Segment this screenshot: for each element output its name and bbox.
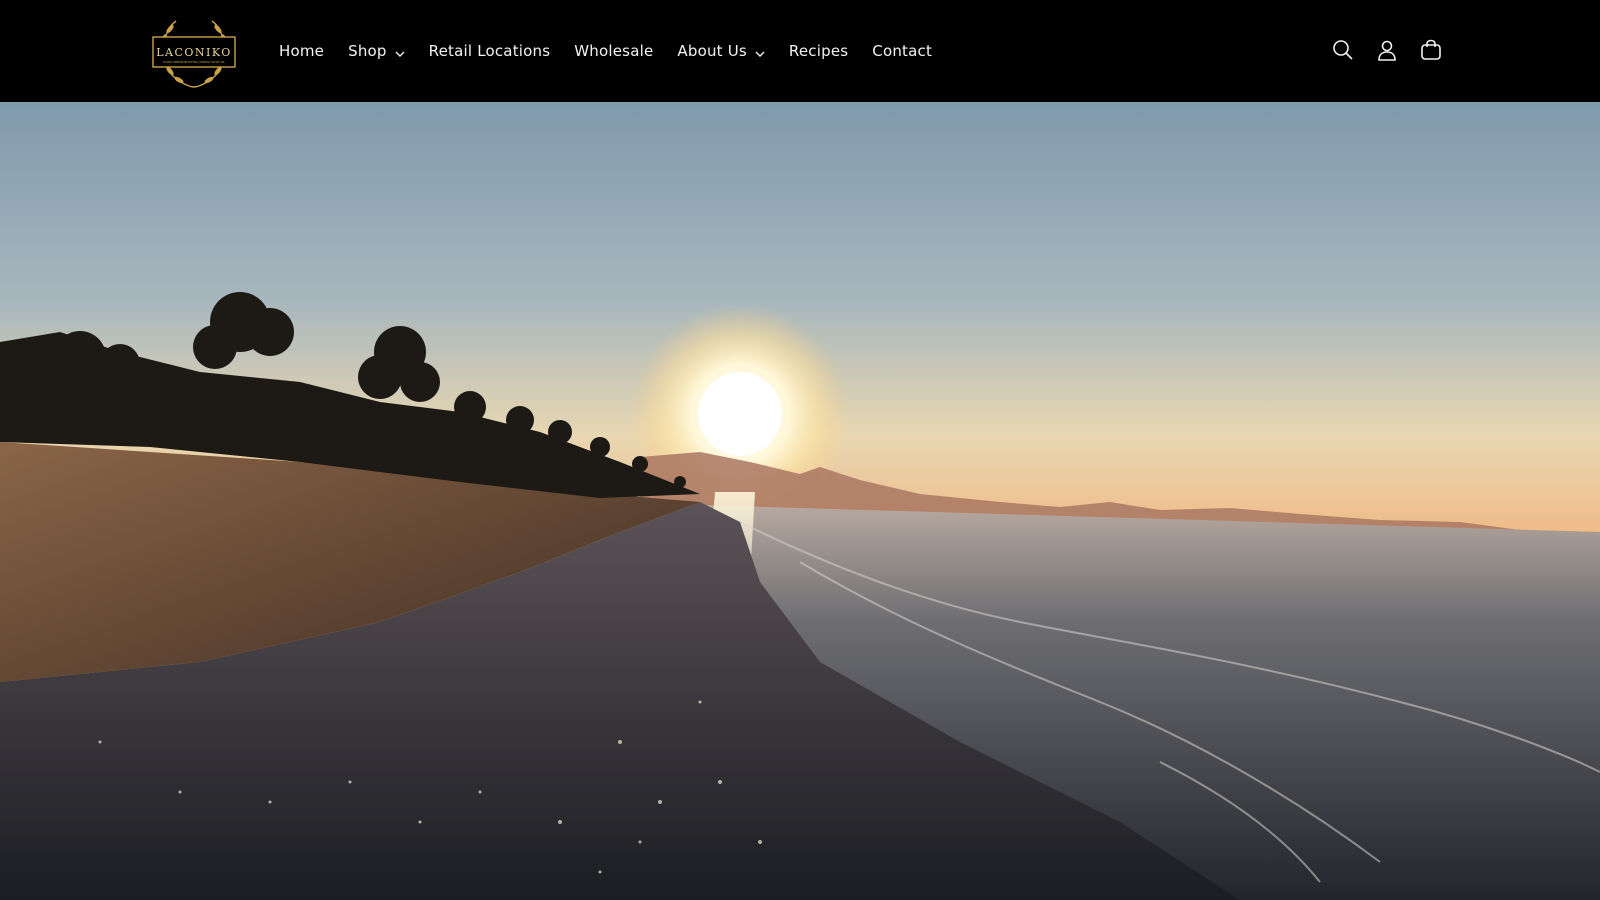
chevron-down-icon [395, 43, 405, 61]
logo-wordmark: LACONIKO [156, 46, 232, 59]
cart-icon[interactable] [1417, 36, 1445, 64]
nav-item-label: Contact [872, 42, 933, 60]
nav-item-contact[interactable]: Contact [872, 42, 932, 60]
account-icon[interactable] [1373, 36, 1401, 64]
nav-item-label: Recipes [788, 42, 849, 60]
nav-item-wholesale[interactable]: Wholesale [574, 42, 653, 60]
nav-item-label: Home [279, 42, 325, 60]
nav-item-retail-locations[interactable]: Retail Locations [429, 42, 551, 60]
nav-item-about-us[interactable]: About Us [677, 41, 765, 61]
nav-item-label: Wholesale [574, 42, 654, 60]
nav-item-home[interactable]: Home [279, 42, 324, 60]
site-header: LACONIKO ULTRA PREMIUM EXTRA VIRGIN OLIV… [0, 0, 1600, 102]
logo-tagline: ULTRA PREMIUM EXTRA VIRGIN OLIVE OIL [163, 60, 225, 64]
nav-item-label: About Us [677, 42, 747, 60]
search-icon[interactable] [1329, 36, 1357, 64]
nav-item-shop[interactable]: Shop [348, 41, 405, 61]
nav-item-label: Retail Locations [428, 42, 551, 60]
chevron-down-icon [755, 43, 765, 61]
nav-item-label: Shop [348, 42, 387, 60]
hero-banner [0, 102, 1600, 900]
hero-sunset-image [0, 102, 1600, 900]
nav-item-recipes[interactable]: Recipes [789, 42, 848, 60]
main-nav: Home Shop Retail Locations Wholesale Abo… [279, 39, 956, 63]
header-actions [1329, 36, 1461, 64]
laconiko-logo[interactable]: LACONIKO ULTRA PREMIUM EXTRA VIRGIN OLIV… [152, 13, 236, 89]
